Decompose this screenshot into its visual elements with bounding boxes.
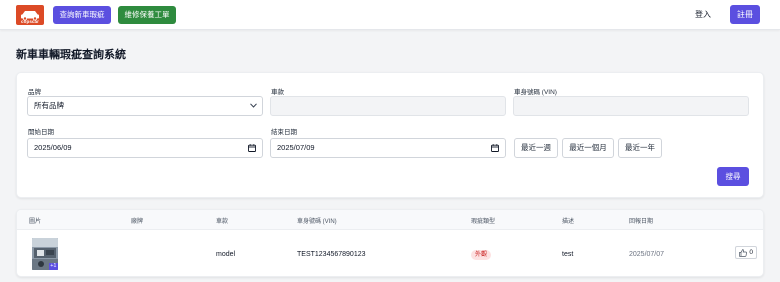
calendar-icon[interactable] bbox=[491, 144, 499, 152]
cell-vin: TEST1234567890123 bbox=[297, 251, 366, 258]
logo-text: copscar bbox=[21, 19, 39, 24]
cell-model: model bbox=[216, 251, 236, 258]
calendar-icon[interactable] bbox=[248, 144, 256, 152]
end-date-label: 結束日期 bbox=[271, 129, 297, 136]
defect-type-badge: 外觀 bbox=[471, 250, 492, 260]
start-date-input[interactable]: 2025/06/09 bbox=[27, 138, 263, 158]
results-table: 圖片 廠牌 車款 車身號碼 (VIN) 瑕疵類型 描述 回報日期 +1 mode… bbox=[16, 209, 764, 277]
thumbs-up-icon bbox=[739, 249, 747, 257]
last-week-button[interactable]: 最近一週 bbox=[514, 138, 558, 158]
brand-logo[interactable]: copscar bbox=[16, 5, 44, 25]
like-count: 0 bbox=[749, 249, 753, 256]
defect-photo-thumbnail[interactable]: +1 bbox=[32, 238, 58, 270]
end-date-value: 2025/07/09 bbox=[277, 143, 315, 152]
column-header-image: 圖片 bbox=[29, 219, 42, 225]
page-title: 新車車輛瑕疵查詢系統 bbox=[16, 49, 126, 61]
brand-label: 品牌 bbox=[28, 89, 41, 96]
top-navbar: copscar 查詢新車瑕疵 維修保養工單 登入 註冊 bbox=[0, 0, 780, 30]
column-header-model: 車款 bbox=[216, 219, 229, 225]
model-label: 車款 bbox=[271, 89, 284, 96]
search-button[interactable]: 搜尋 bbox=[717, 167, 749, 186]
column-header-brand: 廠牌 bbox=[131, 219, 144, 225]
register-button[interactable]: 註冊 bbox=[730, 5, 760, 24]
filter-panel bbox=[16, 72, 764, 198]
vin-field[interactable] bbox=[513, 96, 749, 116]
cell-report-date: 2025/07/07 bbox=[629, 251, 665, 258]
last-month-button[interactable]: 最近一個月 bbox=[562, 138, 614, 158]
column-header-defect-type: 瑕疵類型 bbox=[471, 219, 496, 225]
like-button[interactable]: 0 bbox=[735, 246, 757, 259]
brand-select[interactable]: 所有品牌 bbox=[27, 96, 263, 116]
login-link[interactable]: 登入 bbox=[695, 9, 711, 20]
end-date-input[interactable]: 2025/07/09 bbox=[270, 138, 506, 158]
column-header-description: 描述 bbox=[562, 219, 575, 225]
column-header-report-date: 回報日期 bbox=[629, 219, 654, 225]
repair-orders-button[interactable]: 維修保養工單 bbox=[118, 6, 176, 24]
table-header: 圖片 廠牌 車款 車身號碼 (VIN) 瑕疵類型 描述 回報日期 bbox=[17, 210, 763, 230]
model-field[interactable] bbox=[270, 96, 506, 116]
query-defects-button[interactable]: 查詢新車瑕疵 bbox=[53, 6, 111, 24]
column-header-vin: 車身號碼 (VIN) bbox=[297, 219, 337, 225]
vin-label: 車身號碼 (VIN) bbox=[514, 89, 557, 96]
start-date-label: 開始日期 bbox=[28, 129, 54, 136]
cell-description: test bbox=[562, 251, 574, 258]
last-year-button[interactable]: 最近一年 bbox=[618, 138, 662, 158]
chevron-down-icon bbox=[250, 103, 257, 108]
start-date-value: 2025/06/09 bbox=[34, 143, 72, 152]
brand-select-value: 所有品牌 bbox=[34, 101, 64, 110]
more-images-badge: +1 bbox=[48, 263, 58, 270]
